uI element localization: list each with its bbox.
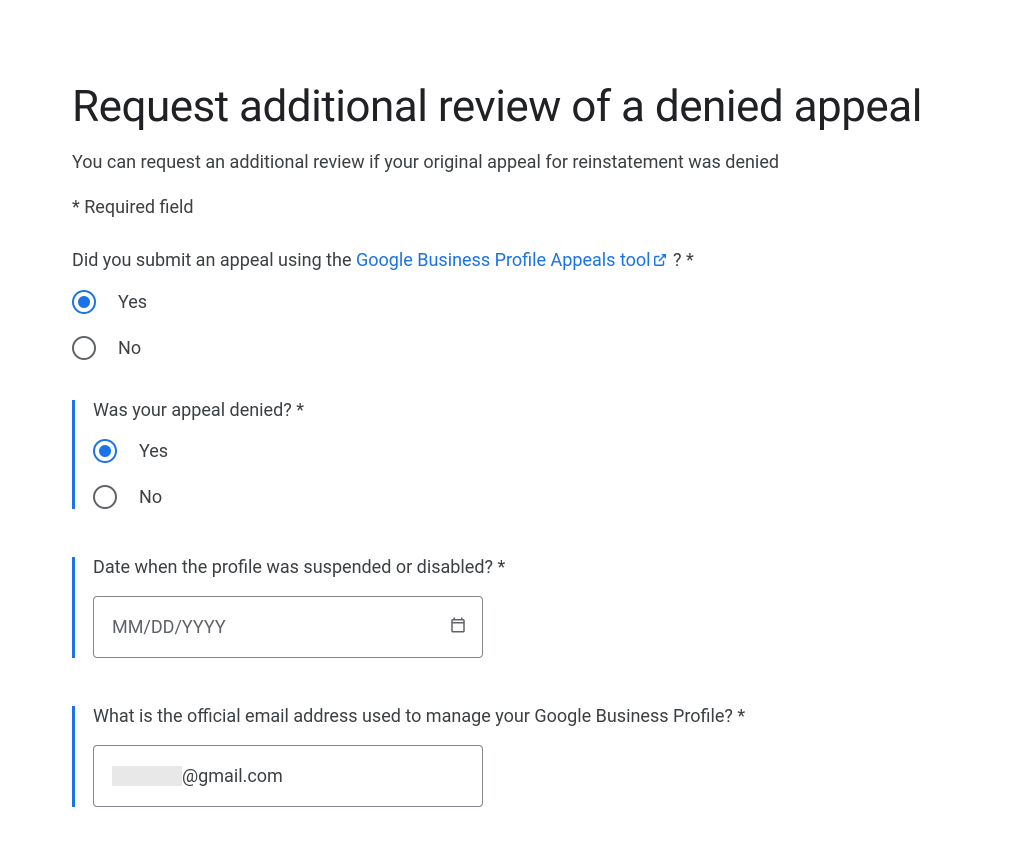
suspension-date-input[interactable] [93, 596, 483, 658]
radio-label: Yes [118, 292, 147, 313]
radio-option-no[interactable]: No [93, 485, 952, 509]
radio-label: No [139, 487, 162, 508]
question-appeal-denied: Was your appeal denied? * [93, 400, 952, 421]
question-prefix: Did you submit an appeal using the [72, 250, 356, 271]
email-input[interactable]: @gmail.com [93, 745, 483, 807]
radio-group-submitted-appeal: Yes No [72, 290, 952, 360]
question-email: What is the official email address used … [93, 706, 952, 727]
section-suspension-date: Date when the profile was suspended or d… [72, 557, 952, 658]
question-suspension-date: Date when the profile was suspended or d… [93, 557, 952, 578]
radio-group-appeal-denied: Yes No [93, 439, 952, 509]
radio-circle-icon [93, 439, 117, 463]
date-input-wrapper [93, 596, 483, 658]
appeals-tool-link[interactable]: Google Business Profile Appeals tool [356, 250, 669, 271]
email-suffix: @gmail.com [182, 766, 283, 787]
radio-option-no[interactable]: No [72, 336, 952, 360]
required-field-note: * Required field [72, 197, 952, 218]
intro-text: You can request an additional review if … [72, 152, 952, 173]
page-title: Request additional review of a denied ap… [72, 80, 952, 132]
radio-option-yes[interactable]: Yes [93, 439, 952, 463]
radio-circle-icon [72, 290, 96, 314]
external-link-icon [653, 251, 667, 272]
radio-circle-icon [72, 336, 96, 360]
section-email: What is the official email address used … [72, 706, 952, 807]
question-submitted-appeal: Did you submit an appeal using the Googl… [72, 250, 952, 272]
radio-option-yes[interactable]: Yes [72, 290, 952, 314]
section-appeal-denied: Was your appeal denied? * Yes No [72, 400, 952, 509]
redacted-email-prefix [112, 766, 182, 786]
question-suffix: ? * [669, 250, 694, 271]
radio-label: Yes [139, 441, 168, 462]
radio-circle-icon [93, 485, 117, 509]
radio-label: No [118, 338, 141, 359]
